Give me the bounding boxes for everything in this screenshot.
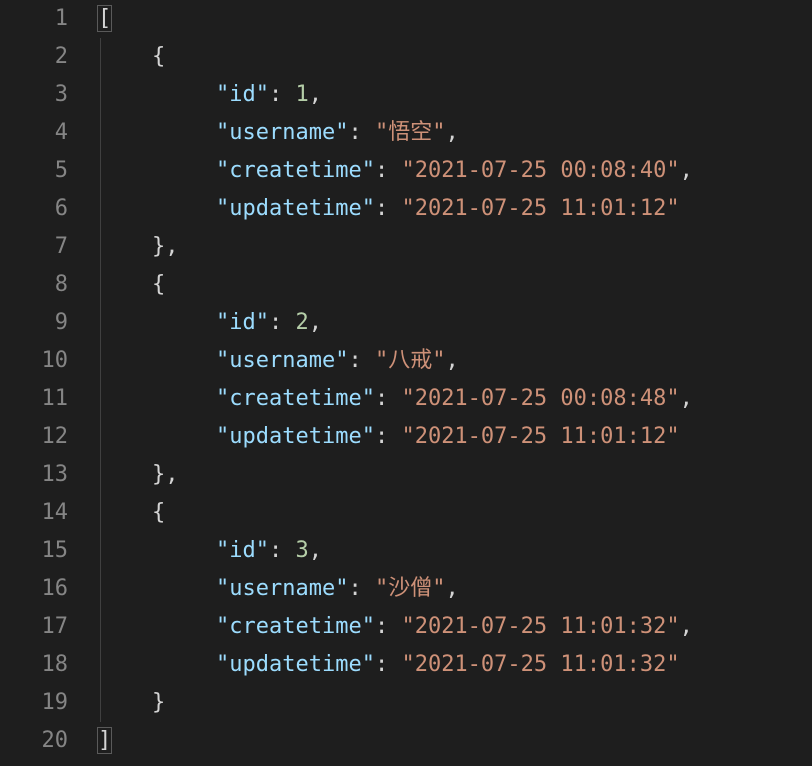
code-line: "username": "沙僧", bbox=[98, 570, 812, 608]
colon: : bbox=[348, 348, 375, 373]
code-line: "updatetime": "2021-07-25 11:01:12" bbox=[98, 190, 812, 228]
json-value-id: 2 bbox=[295, 310, 308, 335]
code-line: { bbox=[98, 266, 812, 304]
json-key-id: "id" bbox=[216, 82, 269, 107]
code-line: "id": 1, bbox=[98, 76, 812, 114]
array-close-bracket: ] bbox=[97, 727, 112, 754]
json-key-updatetime: "updatetime" bbox=[216, 652, 375, 677]
line-number: 1 bbox=[0, 0, 68, 38]
line-number: 12 bbox=[0, 418, 68, 456]
code-line: "id": 2, bbox=[98, 304, 812, 342]
json-value-createtime: "2021-07-25 00:08:40" bbox=[401, 158, 679, 183]
comma: , bbox=[445, 576, 458, 601]
colon: : bbox=[348, 120, 375, 145]
colon: : bbox=[269, 82, 296, 107]
json-value-updatetime: "2021-07-25 11:01:12" bbox=[401, 196, 679, 221]
code-line: }, bbox=[98, 228, 812, 266]
line-number: 2 bbox=[0, 38, 68, 76]
json-key-updatetime: "updatetime" bbox=[216, 196, 375, 221]
comma: , bbox=[680, 614, 693, 639]
json-key-createtime: "createtime" bbox=[216, 614, 375, 639]
code-line: "updatetime": "2021-07-25 11:01:32" bbox=[98, 646, 812, 684]
colon: : bbox=[375, 614, 402, 639]
json-key-username: "username" bbox=[216, 120, 348, 145]
code-line: "createtime": "2021-07-25 11:01:32", bbox=[98, 608, 812, 646]
line-number: 15 bbox=[0, 532, 68, 570]
object-open-brace: { bbox=[152, 44, 165, 69]
json-value-createtime: "2021-07-25 11:01:32" bbox=[401, 614, 679, 639]
json-value-updatetime: "2021-07-25 11:01:12" bbox=[401, 424, 679, 449]
line-number-gutter: 1 2 3 4 5 6 7 8 9 10 11 12 13 14 15 16 1… bbox=[0, 0, 90, 766]
json-key-updatetime: "updatetime" bbox=[216, 424, 375, 449]
line-number: 20 bbox=[0, 722, 68, 760]
json-value-id: 3 bbox=[295, 538, 308, 563]
json-key-createtime: "createtime" bbox=[216, 386, 375, 411]
line-number: 14 bbox=[0, 494, 68, 532]
code-line: { bbox=[98, 38, 812, 76]
array-open-bracket: [ bbox=[97, 5, 112, 32]
line-number: 4 bbox=[0, 114, 68, 152]
json-value-username: "悟空" bbox=[375, 120, 446, 145]
line-number: 3 bbox=[0, 76, 68, 114]
colon: : bbox=[269, 538, 296, 563]
object-close-brace: } bbox=[152, 690, 165, 715]
colon: : bbox=[375, 424, 402, 449]
object-close-brace: }, bbox=[152, 462, 179, 487]
line-number: 11 bbox=[0, 380, 68, 418]
colon: : bbox=[375, 196, 402, 221]
line-number: 16 bbox=[0, 570, 68, 608]
line-number: 18 bbox=[0, 646, 68, 684]
json-value-id: 1 bbox=[295, 82, 308, 107]
colon: : bbox=[375, 386, 402, 411]
comma: , bbox=[309, 538, 322, 563]
code-line: "updatetime": "2021-07-25 11:01:12" bbox=[98, 418, 812, 456]
code-line: "id": 3, bbox=[98, 532, 812, 570]
line-number: 9 bbox=[0, 304, 68, 342]
code-line: } bbox=[98, 684, 812, 722]
object-open-brace: { bbox=[152, 272, 165, 297]
comma: , bbox=[309, 310, 322, 335]
line-number: 19 bbox=[0, 684, 68, 722]
line-number: 6 bbox=[0, 190, 68, 228]
code-line: "username": "八戒", bbox=[98, 342, 812, 380]
line-number: 5 bbox=[0, 152, 68, 190]
json-key-id: "id" bbox=[216, 310, 269, 335]
colon: : bbox=[269, 310, 296, 335]
line-number: 17 bbox=[0, 608, 68, 646]
code-line: }, bbox=[98, 456, 812, 494]
code-editor[interactable]: [ { "id": 1, "username": "悟空", "createti… bbox=[90, 0, 812, 766]
json-key-username: "username" bbox=[216, 348, 348, 373]
line-number: 7 bbox=[0, 228, 68, 266]
code-line: "createtime": "2021-07-25 00:08:48", bbox=[98, 380, 812, 418]
colon: : bbox=[348, 576, 375, 601]
colon: : bbox=[375, 652, 402, 677]
comma: , bbox=[309, 82, 322, 107]
line-number: 10 bbox=[0, 342, 68, 380]
line-number: 13 bbox=[0, 456, 68, 494]
json-value-createtime: "2021-07-25 00:08:48" bbox=[401, 386, 679, 411]
json-key-createtime: "createtime" bbox=[216, 158, 375, 183]
code-line: ] bbox=[98, 722, 812, 760]
json-key-id: "id" bbox=[216, 538, 269, 563]
colon: : bbox=[375, 158, 402, 183]
comma: , bbox=[445, 348, 458, 373]
line-number: 8 bbox=[0, 266, 68, 304]
code-line: "username": "悟空", bbox=[98, 114, 812, 152]
json-value-username: "八戒" bbox=[375, 348, 446, 373]
json-value-username: "沙僧" bbox=[375, 576, 446, 601]
json-key-username: "username" bbox=[216, 576, 348, 601]
comma: , bbox=[680, 158, 693, 183]
object-close-brace: }, bbox=[152, 234, 179, 259]
json-value-updatetime: "2021-07-25 11:01:32" bbox=[401, 652, 679, 677]
code-line: "createtime": "2021-07-25 00:08:40", bbox=[98, 152, 812, 190]
comma: , bbox=[445, 120, 458, 145]
code-line: { bbox=[98, 494, 812, 532]
object-open-brace: { bbox=[152, 500, 165, 525]
code-line: [ bbox=[98, 0, 812, 38]
comma: , bbox=[680, 386, 693, 411]
